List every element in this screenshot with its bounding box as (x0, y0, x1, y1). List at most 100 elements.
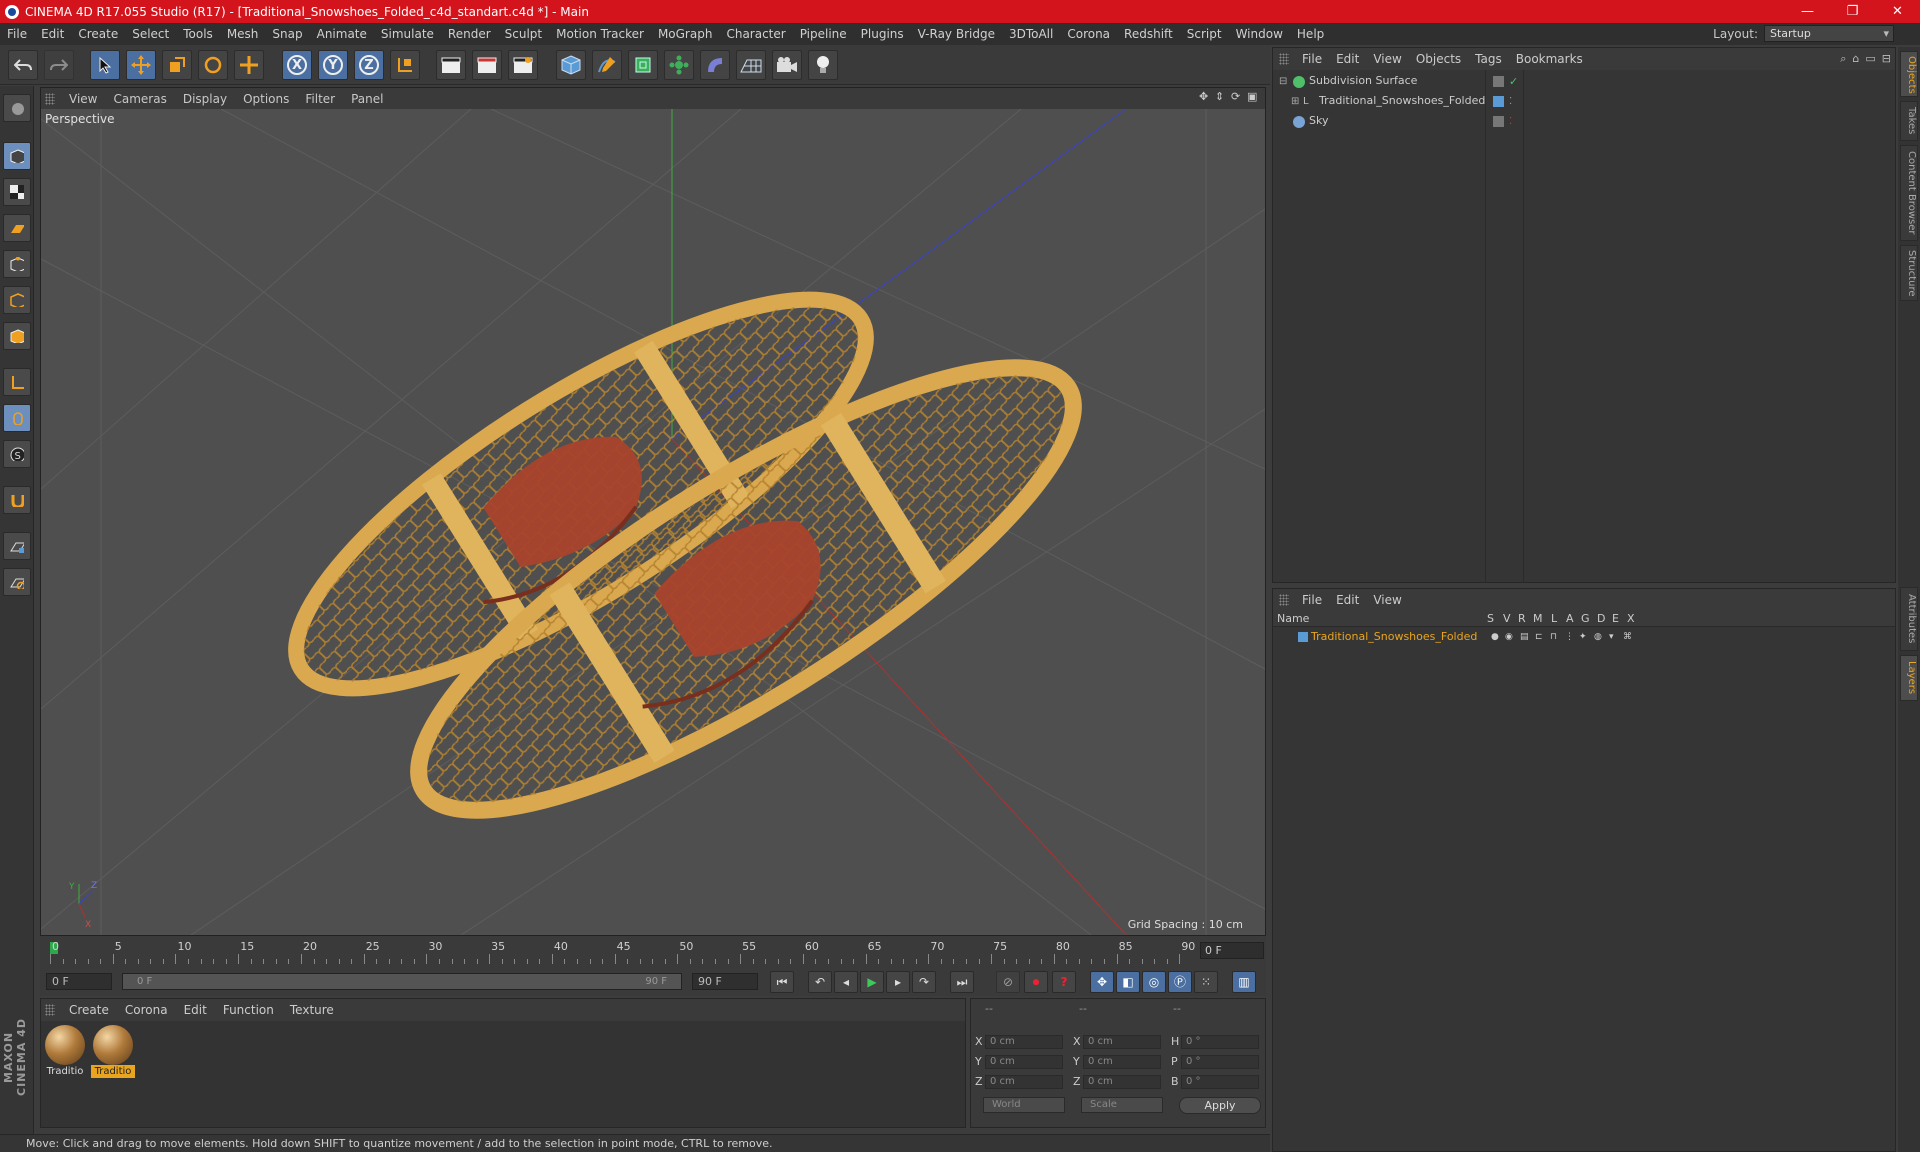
menu-animate[interactable]: Animate (310, 23, 374, 45)
obj-menu-view[interactable]: View (1366, 52, 1408, 66)
end-frame-field[interactable]: 90 F (692, 973, 758, 990)
layer-row[interactable]: Traditional_Snowshoes_Folded ● ◉ ▤ ⊏ ⊓ ⋮… (1273, 629, 1895, 645)
menu-pipeline[interactable]: Pipeline (793, 23, 854, 45)
add-cube-button[interactable] (556, 50, 586, 80)
material-swatch-selected[interactable]: Traditio (91, 1025, 135, 1081)
render-icon[interactable]: ▤ (1520, 632, 1530, 642)
home-icon[interactable]: ⌂ (1852, 52, 1859, 66)
menu-script[interactable]: Script (1180, 23, 1229, 45)
menu-plugins[interactable]: Plugins (854, 23, 911, 45)
new-view-icon[interactable]: ▭ (1865, 52, 1875, 66)
tab-layers[interactable]: Layers (1900, 655, 1918, 701)
3d-viewport[interactable]: Y Z X Perspective Grid Spacing : 10 cm (41, 109, 1265, 935)
preview-range-slider[interactable]: 0 F 90 F (122, 973, 682, 990)
obj-menu-edit[interactable]: Edit (1329, 52, 1366, 66)
material-menu-create[interactable]: Create (61, 1003, 117, 1017)
layer-color-icon[interactable] (1493, 96, 1504, 107)
layer-col-view[interactable]: V (1503, 612, 1511, 625)
layer-col-locked[interactable]: L (1551, 612, 1557, 625)
solo-dot-icon[interactable]: ● (1491, 632, 1501, 642)
layer-color-swatch[interactable] (1298, 632, 1308, 642)
scale-tool-button[interactable] (162, 50, 192, 80)
obj-menu-objects[interactable]: Objects (1409, 52, 1468, 66)
render-to-picture-viewer-button[interactable] (472, 50, 502, 80)
object-row-subdivision-surface[interactable]: ⊟ Subdivision Surface ✓ (1275, 72, 1893, 92)
menu-snap[interactable]: Snap (265, 23, 309, 45)
menu-select[interactable]: Select (125, 23, 176, 45)
workplane-mode-button[interactable] (3, 214, 31, 242)
layer-col-manager[interactable]: M (1533, 612, 1543, 625)
x-axis-lock-button[interactable]: X (282, 50, 312, 80)
layer-menu-edit[interactable]: Edit (1329, 593, 1366, 607)
obj-menu-tags[interactable]: Tags (1468, 52, 1509, 66)
maximize-button[interactable]: ❐ (1830, 0, 1875, 23)
layer-menu-file[interactable]: File (1295, 593, 1329, 607)
tab-objects[interactable]: Objects (1900, 51, 1918, 97)
start-frame-field[interactable]: 0 F (46, 973, 112, 990)
layer-col-render[interactable]: R (1518, 612, 1526, 625)
eye-icon[interactable]: ◉ (1505, 632, 1515, 642)
layer-col-xref[interactable]: X (1627, 612, 1635, 625)
previous-frame-button[interactable]: ◂ (834, 971, 858, 993)
visibility-dots-icon[interactable]: ⁚ (1509, 96, 1520, 107)
material-menu-texture[interactable]: Texture (282, 1003, 342, 1017)
menu-3dtoall[interactable]: 3DToAll (1002, 23, 1060, 45)
add-floor-button[interactable] (736, 50, 766, 80)
rotate-view-icon[interactable]: ⟳ (1231, 91, 1243, 103)
key-parameter-button[interactable]: Ⓟ (1168, 971, 1192, 993)
material-swatch[interactable]: Traditio (43, 1025, 87, 1081)
rotation-h-field[interactable]: 0 ° (1181, 1035, 1259, 1049)
size-y-field[interactable]: 0 cm (1083, 1055, 1161, 1069)
rotation-b-field[interactable]: 0 ° (1181, 1075, 1259, 1089)
menu-render[interactable]: Render (441, 23, 498, 45)
obj-menu-bookmarks[interactable]: Bookmarks (1509, 52, 1590, 66)
xref-icon[interactable]: ⌘ (1623, 632, 1633, 642)
obj-menu-file[interactable]: File (1295, 52, 1329, 66)
menu-tools[interactable]: Tools (176, 23, 220, 45)
polygons-mode-button[interactable] (3, 322, 31, 350)
render-view-button[interactable] (436, 50, 466, 80)
size-mode-dropdown[interactable]: Scale (1081, 1097, 1163, 1113)
menu-mesh[interactable]: Mesh (220, 23, 266, 45)
search-icon[interactable]: ⌕ (1840, 52, 1846, 66)
layer-col-solo[interactable]: S (1487, 612, 1494, 625)
viewport-menu-options[interactable]: Options (235, 92, 297, 106)
size-x-field[interactable]: 0 cm (1083, 1035, 1161, 1049)
menu-character[interactable]: Character (719, 23, 792, 45)
expand-collapse-icon[interactable]: ⊟ (1279, 76, 1290, 87)
tab-takes[interactable]: Takes (1900, 101, 1918, 141)
visibility-red-dots-icon[interactable]: ⁚ (1509, 116, 1520, 127)
play-button[interactable]: ▶ (860, 971, 884, 993)
layer-tag-icon[interactable] (1493, 76, 1504, 87)
menu-help[interactable]: Help (1290, 23, 1331, 45)
material-menu-corona[interactable]: Corona (117, 1003, 176, 1017)
expand-plus-icon[interactable]: ⊞ (1291, 96, 1302, 107)
next-frame-button[interactable]: ▸ (886, 971, 910, 993)
viewport-menu-filter[interactable]: Filter (297, 92, 343, 106)
layout-dropdown[interactable]: Startup (1764, 25, 1894, 42)
zoom-view-icon[interactable]: ⇕ (1215, 91, 1227, 103)
timeline-ruler[interactable]: 0 5 10 15 20 25 30 35 40 45 50 55 60 65 70 75 80 85 90 (50, 938, 1195, 966)
coordinate-system-button[interactable] (390, 50, 420, 80)
checkmark-icon[interactable]: ✓ (1509, 76, 1520, 87)
axis-mode-button[interactable] (3, 368, 31, 396)
next-key-button[interactable]: ↷ (912, 971, 936, 993)
add-light-button[interactable] (808, 50, 838, 80)
layer-col-generators[interactable]: G (1581, 612, 1590, 625)
position-x-field[interactable]: 0 cm (985, 1035, 1063, 1049)
material-menu-edit[interactable]: Edit (176, 1003, 215, 1017)
position-y-field[interactable]: 0 cm (985, 1055, 1063, 1069)
lock-workplane-button[interactable] (3, 532, 31, 560)
add-spline-button[interactable] (592, 50, 622, 80)
autokey-off-button[interactable]: ⊘ (996, 971, 1020, 993)
material-menu-function[interactable]: Function (215, 1003, 282, 1017)
render-settings-button[interactable] (508, 50, 538, 80)
deformer-icon[interactable]: ◍ (1594, 632, 1604, 642)
key-rotation-button[interactable]: ◎ (1142, 971, 1166, 993)
animation-icon[interactable]: ⋮ (1565, 632, 1575, 642)
menu-motion-tracker[interactable]: Motion Tracker (549, 23, 651, 45)
viewport-menu-cameras[interactable]: Cameras (105, 92, 174, 106)
menu-vray-bridge[interactable]: V-Ray Bridge (911, 23, 1002, 45)
menu-window[interactable]: Window (1229, 23, 1290, 45)
layer-col-deformers[interactable]: D (1597, 612, 1605, 625)
